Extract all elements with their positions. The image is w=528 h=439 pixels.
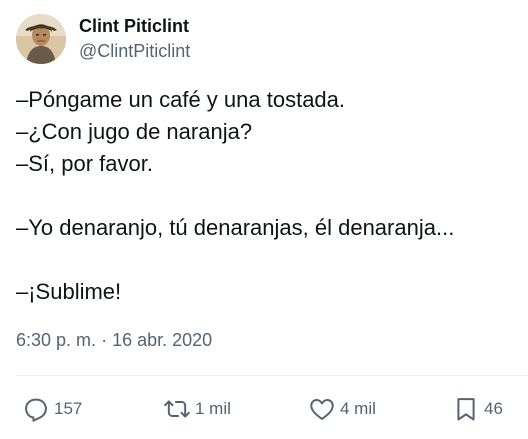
tweet-text: –Póngame un café y una tostada. –¿Con ju… bbox=[16, 84, 516, 308]
author-name[interactable]: Clint Piticlint bbox=[79, 15, 189, 37]
profile-photo-icon bbox=[16, 14, 66, 64]
timestamp-separator: · bbox=[101, 330, 108, 350]
tweet-line: –Póngame un café y una tostada. bbox=[16, 87, 346, 112]
heart-icon bbox=[308, 395, 336, 423]
retweet-button[interactable]: 1 mil bbox=[163, 394, 231, 424]
like-button[interactable]: 4 mil bbox=[308, 394, 376, 424]
avatar[interactable] bbox=[16, 14, 66, 64]
retweet-icon bbox=[163, 395, 191, 423]
action-bar: 157 1 mil 4 mil 46 bbox=[0, 394, 528, 424]
reply-icon bbox=[22, 395, 50, 423]
tweet-date[interactable]: 16 abr. 2020 bbox=[112, 330, 212, 350]
like-count: 4 mil bbox=[340, 399, 376, 418]
tweet-card: Clint Piticlint @ClintPiticlint –Póngame… bbox=[0, 0, 528, 439]
reply-button[interactable]: 157 bbox=[22, 394, 82, 424]
tweet-line: –¡Sublime! bbox=[16, 279, 122, 304]
bookmark-icon bbox=[452, 395, 480, 423]
tweet-time[interactable]: 6:30 p. m. bbox=[16, 330, 96, 350]
tweet-line: –¿Con jugo de naranja? bbox=[16, 119, 253, 144]
reply-count: 157 bbox=[54, 399, 83, 418]
divider bbox=[16, 375, 528, 376]
tweet-line: –Sí, por favor. bbox=[16, 151, 153, 176]
bookmark-button[interactable]: 46 bbox=[452, 394, 503, 424]
tweet-timestamp: 6:30 p. m. · 16 abr. 2020 bbox=[16, 329, 212, 351]
bookmark-count: 46 bbox=[484, 399, 503, 418]
retweet-count: 1 mil bbox=[195, 399, 231, 418]
tweet-line: –Yo denaranjo, tú denaranjas, él denaran… bbox=[16, 215, 455, 240]
author-handle[interactable]: @ClintPiticlint bbox=[79, 40, 190, 62]
